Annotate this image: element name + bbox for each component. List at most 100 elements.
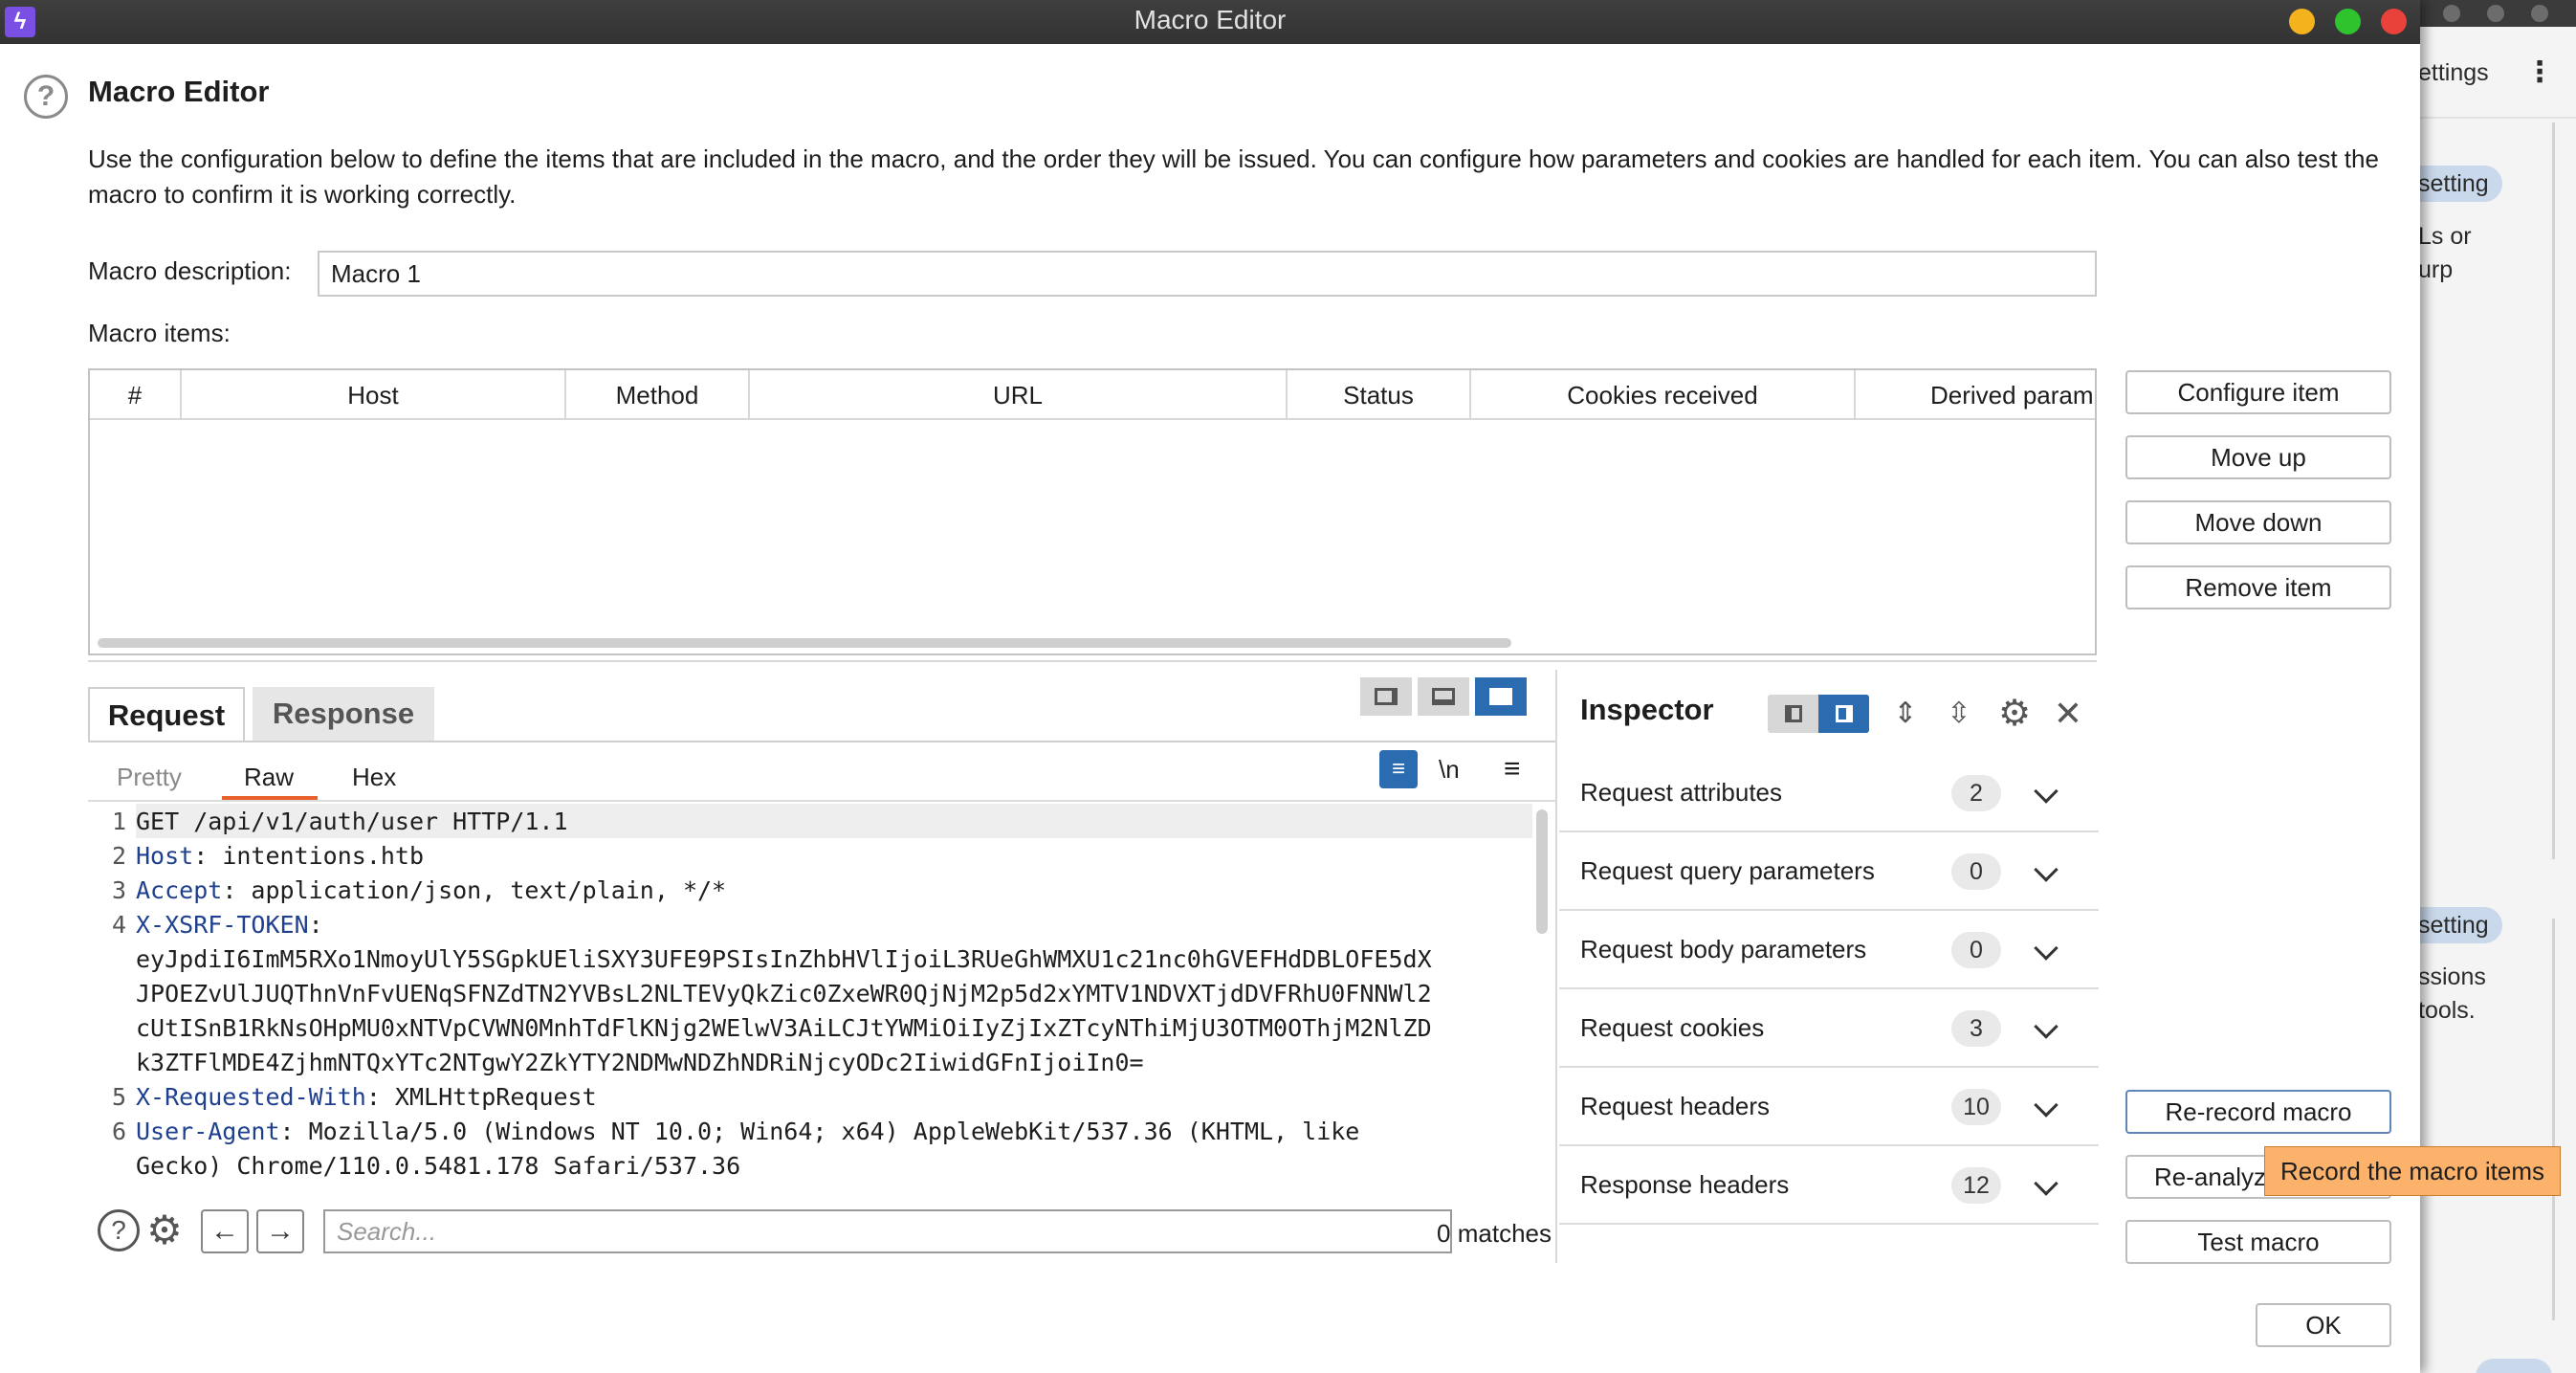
subtab-raw[interactable]: Raw <box>244 758 294 796</box>
background-text: ssions <box>2418 963 2486 990</box>
inspector-divider[interactable] <box>1555 670 1557 1263</box>
inspector-layout-right-button[interactable] <box>1818 695 1869 733</box>
inspector-row-request-body-parameters[interactable]: Request body parameters 0 <box>1559 911 2099 989</box>
dialog-heading: Macro Editor <box>88 75 270 108</box>
move-down-button[interactable]: Move down <box>2125 500 2391 544</box>
columns-icon <box>1375 688 1398 705</box>
word-wrap-toggle-icon[interactable]: ≡ <box>1379 750 1418 788</box>
layout-stacked-button[interactable] <box>1418 677 1469 716</box>
panel-right-icon <box>1836 705 1853 722</box>
column-header-host[interactable]: Host <box>182 370 566 420</box>
chevron-down-icon[interactable] <box>2034 1093 2059 1118</box>
inspector-row-request-attributes[interactable]: Request attributes 2 <box>1559 754 2099 832</box>
gear-icon[interactable]: ⚙ <box>143 1209 186 1251</box>
inspector-row-label: Request attributes <box>1580 778 1783 807</box>
split-pane-divider[interactable] <box>88 660 2097 662</box>
background-text: urp <box>2418 256 2454 283</box>
configure-item-button[interactable]: Configure item <box>2125 370 2391 414</box>
inspector-row-response-headers[interactable]: Response headers 12 <box>1559 1146 2099 1225</box>
code-line-wrapped: k3ZTFlMDE4ZjhmNTQxYTc2NTgwY2ZkYTY2NDMwND… <box>136 1049 1144 1076</box>
inspector-row-label: Request body parameters <box>1580 935 1867 963</box>
inspector-row-count: 0 <box>1951 853 2001 890</box>
hamburger-menu-icon[interactable]: ≡ <box>1504 750 1521 788</box>
background-scrollbar[interactable] <box>2552 919 2555 1320</box>
expand-all-icon[interactable]: ⇕ <box>1886 695 1925 733</box>
background-window-dot[interactable] <box>2487 5 2504 22</box>
collapse-all-icon[interactable]: ⇳ <box>1940 695 1978 733</box>
code-line-wrapped: eyJpdiI6ImM5RXo1NmoyUlY5SGpkUEliSXY3UFE9… <box>136 945 1432 973</box>
ok-button[interactable]: OK <box>2256 1303 2391 1347</box>
inspector-row-label: Request query parameters <box>1580 856 1875 885</box>
header-name: Accept <box>136 876 223 904</box>
macro-items-label: Macro items: <box>88 319 231 347</box>
subtab-hex[interactable]: Hex <box>352 758 396 796</box>
background-menu-icon[interactable]: ⋮ <box>2525 55 2554 89</box>
message-editor: Request Response Pretty Raw Hex ≡ \n ≡ 1… <box>88 670 1555 1263</box>
help-icon[interactable]: ? <box>24 75 68 119</box>
column-header-cookies-received[interactable]: Cookies received <box>1471 370 1856 420</box>
layout-side-by-side-button[interactable] <box>1360 677 1412 716</box>
background-text: Ls or <box>2418 223 2472 250</box>
chevron-down-icon[interactable] <box>2034 1171 2059 1196</box>
newline-toggle-icon[interactable]: \n <box>1439 750 1460 788</box>
background-setting-button[interactable]: setting <box>2418 907 2502 943</box>
previous-match-button[interactable]: ← <box>201 1209 249 1253</box>
panel-left-icon <box>1785 705 1802 722</box>
rows-icon <box>1432 688 1455 705</box>
test-macro-button[interactable]: Test macro <box>2125 1220 2391 1264</box>
code-line: GET /api/v1/auth/user HTTP/1.1 <box>136 808 568 835</box>
inspector-row-request-cookies[interactable]: Request cookies 3 <box>1559 989 2099 1068</box>
background-scrollbar[interactable] <box>2552 122 2555 859</box>
dialog-description: Use the configuration below to define th… <box>88 144 2379 209</box>
move-up-button[interactable]: Move up <box>2125 435 2391 479</box>
inspector-row-count: 3 <box>1951 1010 2001 1047</box>
line-number: 6 <box>111 1118 126 1145</box>
chevron-down-icon[interactable] <box>2034 1014 2059 1039</box>
inspector-row-count: 2 <box>1951 775 2001 811</box>
background-window-dot[interactable] <box>2443 5 2460 22</box>
close-icon[interactable]: ✕ <box>2049 695 2087 733</box>
code-line: Accept: application/json, text/plain, */… <box>136 876 726 904</box>
layout-single-button[interactable] <box>1475 677 1527 716</box>
macro-description-label: Macro description: <box>88 256 292 285</box>
column-header-derived-params[interactable]: Derived param <box>1856 370 2095 420</box>
remove-item-button[interactable]: Remove item <box>2125 565 2391 609</box>
table-horizontal-scrollbar[interactable] <box>98 638 1511 648</box>
close-window-button[interactable] <box>2381 9 2407 34</box>
code-line: Host: intentions.htb <box>136 842 424 870</box>
macro-items-table[interactable]: # Host Method URL Status Cookies receive… <box>88 368 2097 655</box>
tab-request[interactable]: Request <box>88 687 245 741</box>
tabs-divider <box>88 741 1555 742</box>
column-header-status[interactable]: Status <box>1288 370 1471 420</box>
inspector-layout-toggle[interactable] <box>1768 695 1869 733</box>
maximize-button[interactable] <box>2335 9 2361 34</box>
header-value: : XMLHttpRequest <box>365 1083 597 1111</box>
search-input[interactable] <box>323 1209 1452 1253</box>
gear-icon[interactable]: ⚙ <box>1993 695 2036 733</box>
column-header-method[interactable]: Method <box>566 370 750 420</box>
macro-description-input[interactable] <box>318 251 2097 297</box>
help-icon[interactable]: ? <box>98 1209 140 1251</box>
editor-vertical-scrollbar[interactable] <box>1536 809 1548 934</box>
tab-response[interactable]: Response <box>253 687 434 741</box>
background-window-dot[interactable] <box>2531 5 2548 22</box>
subtab-pretty[interactable]: Pretty <box>117 758 182 796</box>
raw-request-editor[interactable]: 1 GET /api/v1/auth/user HTTP/1.1 2 Host:… <box>88 804 1542 1190</box>
inspector-layout-left-button[interactable] <box>1768 695 1818 733</box>
chevron-down-icon[interactable] <box>2034 779 2059 804</box>
inspector-row-request-query-parameters[interactable]: Request query parameters 0 <box>1559 832 2099 911</box>
chevron-down-icon[interactable] <box>2034 857 2059 882</box>
column-header-url[interactable]: URL <box>750 370 1288 420</box>
minimize-button[interactable] <box>2289 9 2315 34</box>
background-divider <box>2418 117 2576 119</box>
re-record-macro-button[interactable]: Re-record macro <box>2125 1090 2391 1134</box>
inspector-row-request-headers[interactable]: Request headers 10 <box>1559 1068 2099 1146</box>
inspector-panel: Inspector ⇕ ⇳ ⚙ ✕ Request attributes 2 R… <box>1559 670 2099 1225</box>
column-header-number[interactable]: # <box>90 370 182 420</box>
chevron-down-icon[interactable] <box>2034 936 2059 961</box>
next-match-button[interactable]: → <box>256 1209 304 1253</box>
background-setting-button[interactable]: setting <box>2418 166 2502 202</box>
title-bar[interactable]: ϟ Macro Editor <box>0 0 2420 44</box>
header-name: X-XSRF-TOKEN <box>136 911 309 939</box>
background-button[interactable] <box>2476 1359 2552 1373</box>
